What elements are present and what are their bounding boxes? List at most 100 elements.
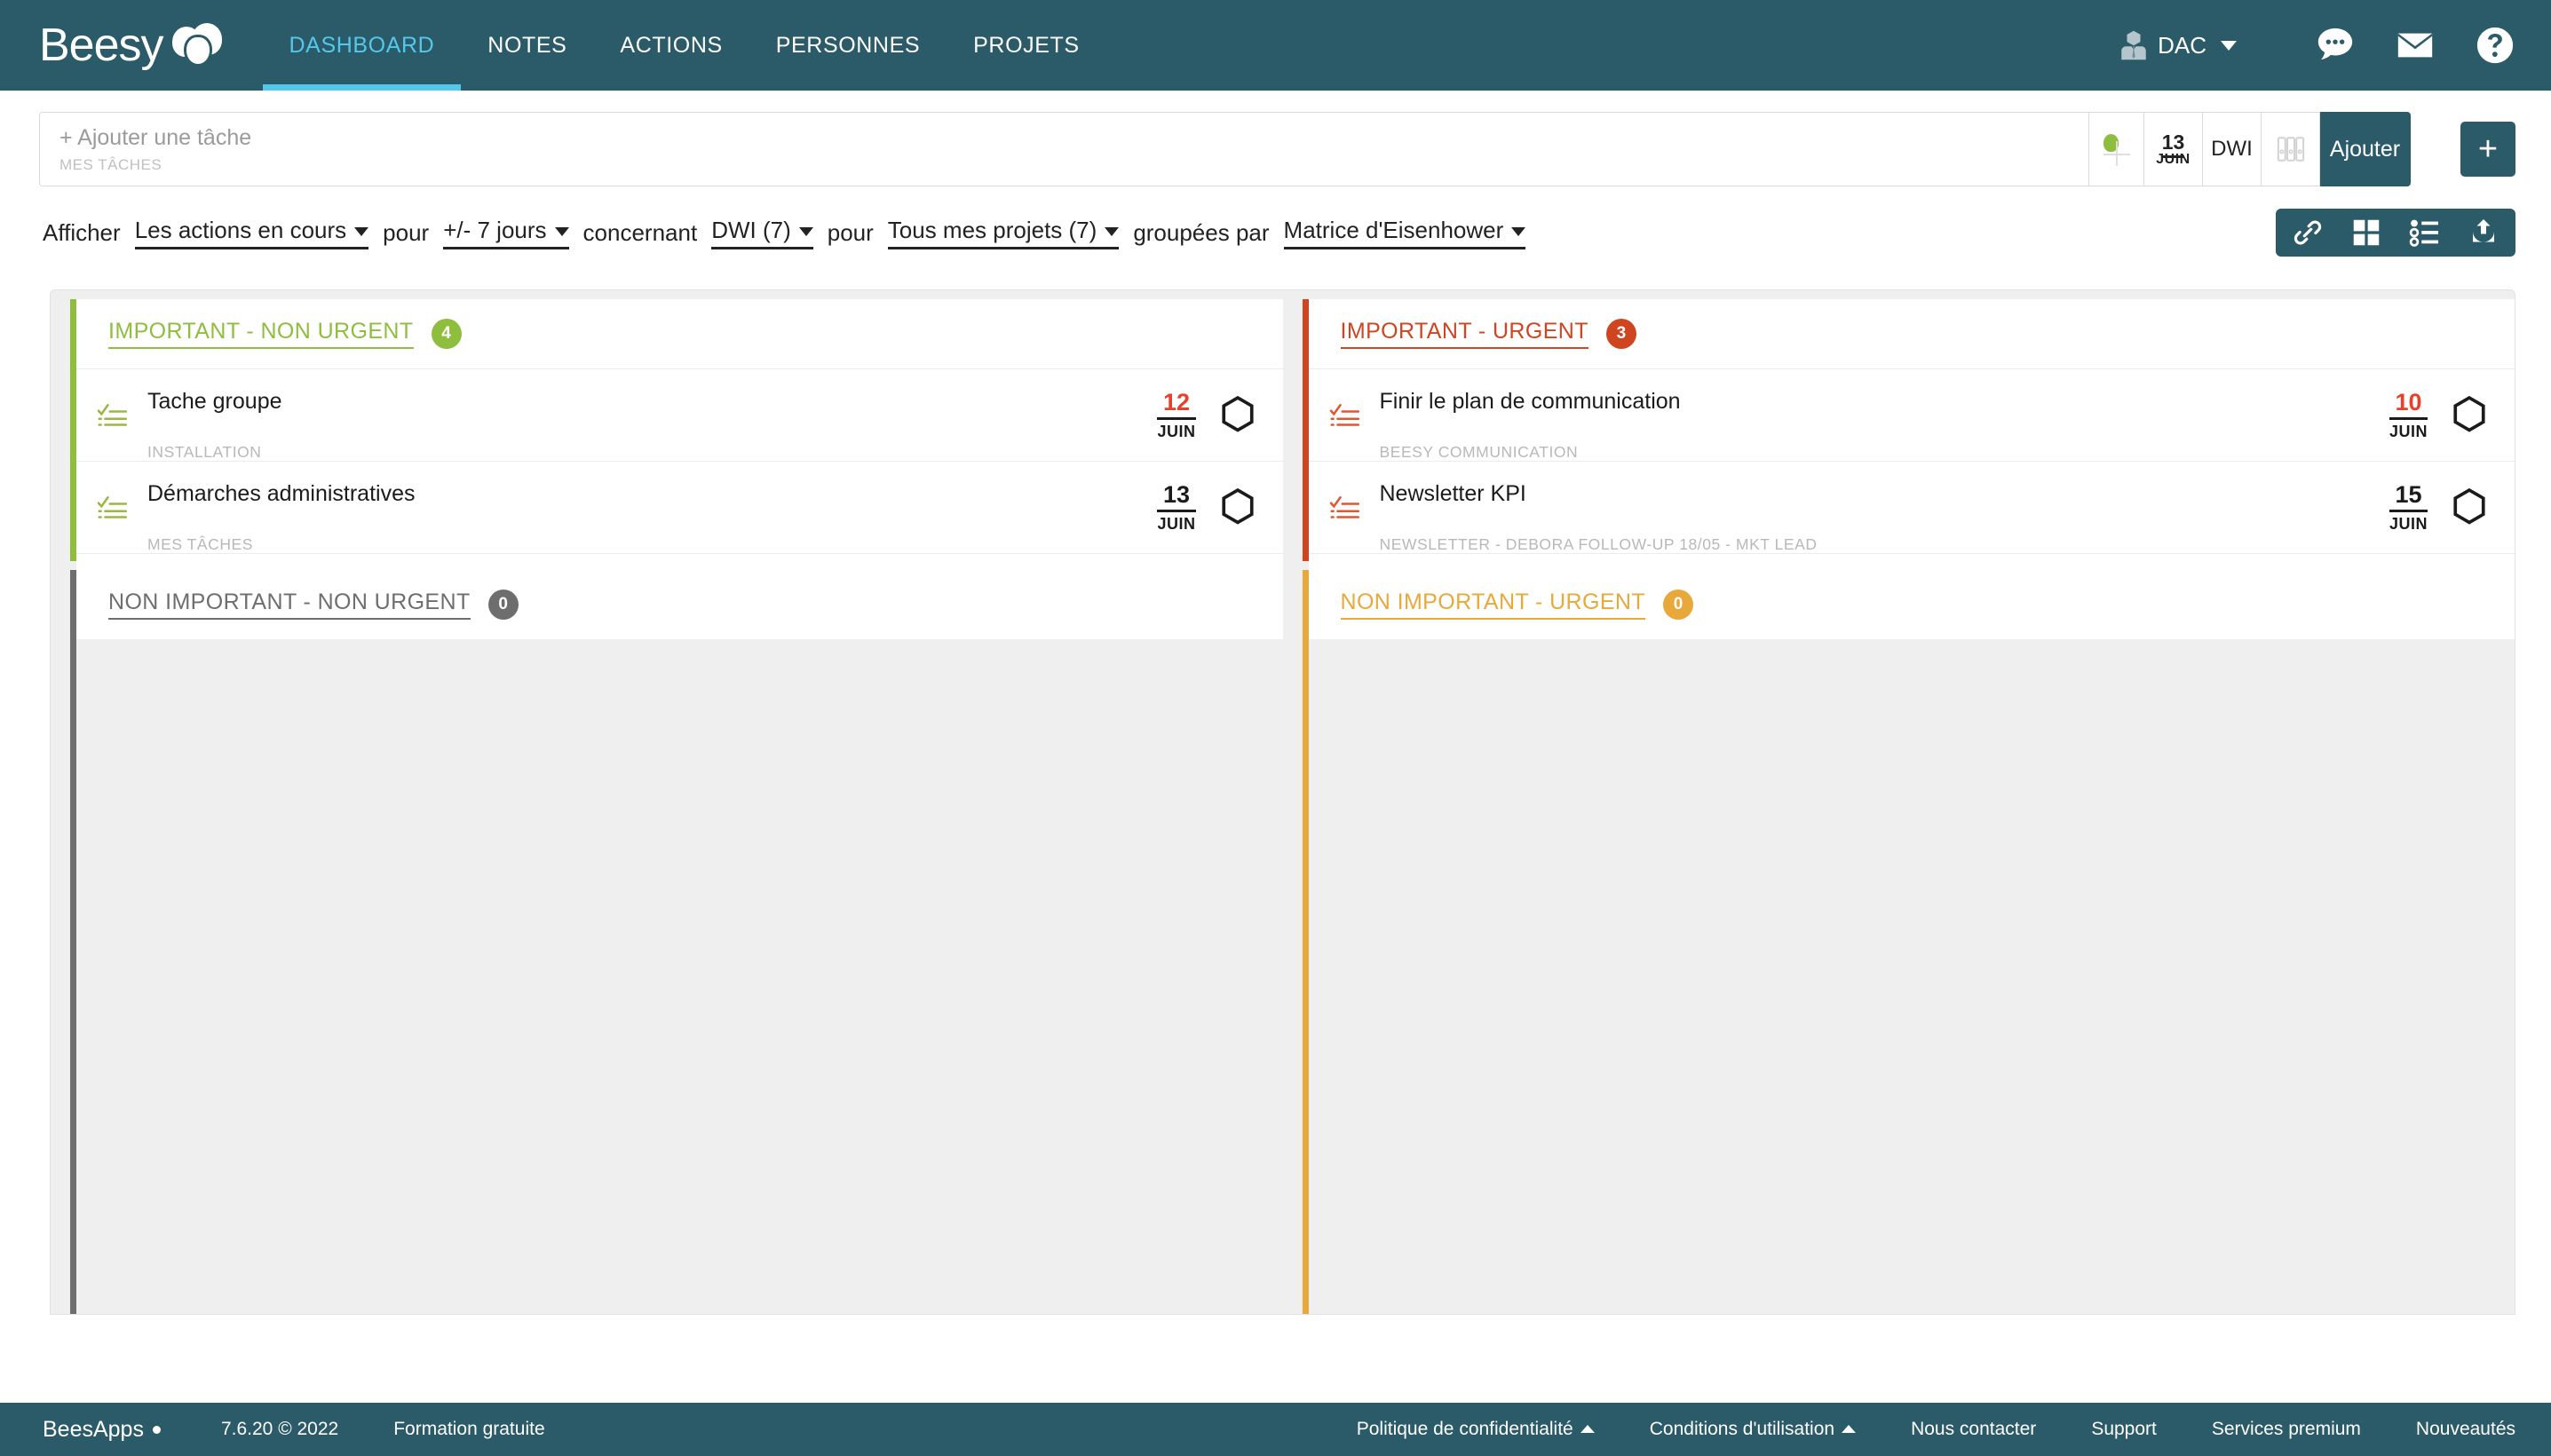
- filter-grouping-dropdown[interactable]: Matrice d'Eisenhower: [1283, 216, 1526, 249]
- task-status-hexagon-icon[interactable]: [2451, 487, 2488, 528]
- task-title: Finir le plan de communication: [1379, 388, 1681, 414]
- filter-status-dropdown[interactable]: Les actions en cours: [134, 217, 369, 249]
- task-due-month: JUIN: [2389, 515, 2428, 533]
- task-row[interactable]: Tache groupe INSTALLATION 12 JUIN: [76, 368, 1283, 461]
- add-task-date-month: JUIN: [2156, 151, 2191, 167]
- grid-view-icon[interactable]: [2350, 217, 2382, 249]
- task-subtitle: INSTALLATION: [147, 443, 262, 462]
- nav-label-notes: NOTES: [487, 32, 567, 58]
- footer-link-terms[interactable]: Conditions d'utilisation: [1649, 1419, 1857, 1440]
- filter-label-pour-1: pour: [383, 218, 430, 246]
- quadrant-count-badge: 4: [431, 319, 462, 349]
- quadrant-title[interactable]: NON IMPORTANT - NON URGENT: [108, 590, 471, 620]
- checklist-icon: [76, 400, 147, 431]
- add-task-date-button[interactable]: 13 JUIN: [2144, 112, 2203, 186]
- priority-dot-icon: [2100, 132, 2134, 166]
- plus-icon: +: [2477, 131, 2499, 168]
- filter-bar: Afficher Les actions en cours pour +/- 7…: [0, 186, 2551, 257]
- list-view-icon[interactable]: [2409, 217, 2441, 249]
- checklist-icon: [76, 492, 147, 524]
- task-status-hexagon-icon[interactable]: [1219, 487, 1256, 528]
- chevron-down-icon: [354, 227, 369, 236]
- user-tie-icon: [2121, 30, 2146, 60]
- chevron-down-icon: [1511, 227, 1526, 236]
- quadrant-title[interactable]: IMPORTANT - NON URGENT: [108, 319, 414, 349]
- footer-links: Politique de confidentialité Conditions …: [1302, 1419, 2515, 1440]
- chevron-up-icon: [1842, 1425, 1857, 1433]
- task-title: Newsletter KPI: [1379, 480, 1526, 506]
- add-task-assignee-button[interactable]: DWI: [2203, 112, 2262, 186]
- nav-label-dashboard: DASHBOARD: [289, 32, 435, 58]
- chevron-up-icon: [1580, 1425, 1595, 1433]
- quadrant-title[interactable]: NON IMPORTANT - URGENT: [1340, 590, 1646, 620]
- footer-brand[interactable]: BeesApps: [43, 1417, 161, 1443]
- envelope-icon[interactable]: [2395, 25, 2436, 66]
- quadrant-count-badge: 0: [487, 590, 519, 620]
- task-status-hexagon-icon[interactable]: [1219, 395, 1256, 436]
- quadrant-header: IMPORTANT - NON URGENT 4: [76, 299, 1283, 368]
- nav-item-projets[interactable]: PROJETS: [947, 0, 1106, 91]
- filter-period-value: +/- 7 jours: [443, 216, 547, 243]
- add-task-submit-button[interactable]: Ajouter: [2320, 112, 2411, 186]
- top-navigation-bar: Beesy DASHBOARD NOTES ACTIONS PERSONNES …: [0, 0, 2551, 91]
- footer-link-news[interactable]: Nouveautés: [2416, 1419, 2515, 1440]
- filter-projects-dropdown[interactable]: Tous mes projets (7): [887, 216, 1120, 249]
- filter-people-value: DWI (7): [711, 216, 791, 243]
- brand-logo[interactable]: Beesy: [0, 0, 263, 91]
- footer-bar: BeesApps 7.6.20 © 2022 Formation gratuit…: [0, 1403, 2551, 1456]
- footer-version: 7.6.20 © 2022: [220, 1419, 339, 1439]
- task-title: Démarches administratives: [147, 480, 416, 506]
- filter-grouping-value: Matrice d'Eisenhower: [1283, 216, 1504, 243]
- quick-add-button[interactable]: +: [2460, 122, 2515, 177]
- footer-link-privacy[interactable]: Politique de confidentialité: [1357, 1419, 1595, 1440]
- nav-item-dashboard[interactable]: DASHBOARD: [262, 0, 462, 91]
- export-icon[interactable]: [2468, 217, 2500, 249]
- add-task-input[interactable]: + Ajouter une tâche MES TÂCHES: [39, 112, 2089, 186]
- task-subtitle: MES TÂCHES: [147, 535, 253, 554]
- help-circle-icon[interactable]: [2475, 25, 2515, 66]
- quadrant-title[interactable]: IMPORTANT - URGENT: [1340, 319, 1588, 349]
- task-due-month: JUIN: [2389, 423, 2428, 440]
- quadrant-header: IMPORTANT - URGENT 3: [1308, 299, 2515, 368]
- task-row[interactable]: Démarches administratives MES TÂCHES 13 …: [76, 461, 1283, 553]
- checklist-icon: [1309, 400, 1380, 431]
- nav-right-cluster: DAC: [2120, 0, 2551, 91]
- page-content: + Ajouter une tâche MES TÂCHES 13 JUIN D…: [0, 91, 2551, 1403]
- footer-link-support[interactable]: Support: [2091, 1419, 2157, 1440]
- add-task-priority-button[interactable]: [2089, 112, 2144, 186]
- task-subtitle: NEWSLETTER - DEBORA FOLLOW-UP 18/05 - MK…: [1379, 535, 1818, 554]
- chat-bubble-icon[interactable]: [2315, 25, 2356, 66]
- task-due-date[interactable]: 10 JUIN: [2389, 391, 2428, 439]
- add-task-project-button[interactable]: [2262, 112, 2320, 186]
- task-due-month: JUIN: [1157, 515, 1196, 533]
- footer-link-contact[interactable]: Nous contacter: [1911, 1419, 2036, 1440]
- footer-link-formation[interactable]: Formation gratuite: [393, 1419, 544, 1440]
- footer-brand-dot-icon: [152, 1425, 161, 1434]
- user-menu[interactable]: DAC: [2120, 29, 2237, 61]
- filter-label-groupees: groupées par: [1133, 218, 1270, 246]
- footer-link-privacy-label: Politique de confidentialité: [1356, 1419, 1573, 1439]
- quadrant-non-important-non-urgent: NON IMPORTANT - NON URGENT 0: [51, 561, 1283, 1314]
- task-due-date[interactable]: 15 JUIN: [2389, 483, 2428, 532]
- filter-period-dropdown[interactable]: +/- 7 jours: [443, 216, 569, 249]
- task-row[interactable]: Finir le plan de communication BEESY COM…: [1308, 368, 2515, 461]
- quadrant-header: NON IMPORTANT - URGENT 0: [1308, 570, 2515, 639]
- link-icon[interactable]: [2292, 217, 2324, 249]
- nav-item-notes[interactable]: NOTES: [461, 0, 593, 91]
- filter-projects-value: Tous mes projets (7): [887, 216, 1097, 243]
- task-due-date[interactable]: 13 JUIN: [1157, 483, 1196, 533]
- quadrant-count-badge: 0: [1663, 590, 1694, 620]
- task-status-hexagon-icon[interactable]: [2451, 395, 2488, 436]
- filter-label-afficher: Afficher: [43, 218, 121, 246]
- filter-people-dropdown[interactable]: DWI (7): [711, 217, 813, 249]
- task-due-date[interactable]: 12 JUIN: [1157, 391, 1196, 439]
- chevron-down-icon: [2221, 40, 2237, 51]
- footer-link-premium[interactable]: Services premium: [2212, 1419, 2361, 1440]
- quadrant-header: NON IMPORTANT - NON URGENT 0: [76, 570, 1283, 639]
- task-row[interactable]: Newsletter KPI NEWSLETTER - DEBORA FOLLO…: [1308, 461, 2515, 554]
- add-task-date-badge: 13 JUIN: [2144, 130, 2202, 167]
- nav-item-personnes[interactable]: PERSONNES: [749, 0, 947, 91]
- task-title: Tache groupe: [147, 388, 282, 414]
- nav-item-actions[interactable]: ACTIONS: [593, 0, 749, 91]
- footer-link-terms-label: Conditions d'utilisation: [1649, 1419, 1835, 1439]
